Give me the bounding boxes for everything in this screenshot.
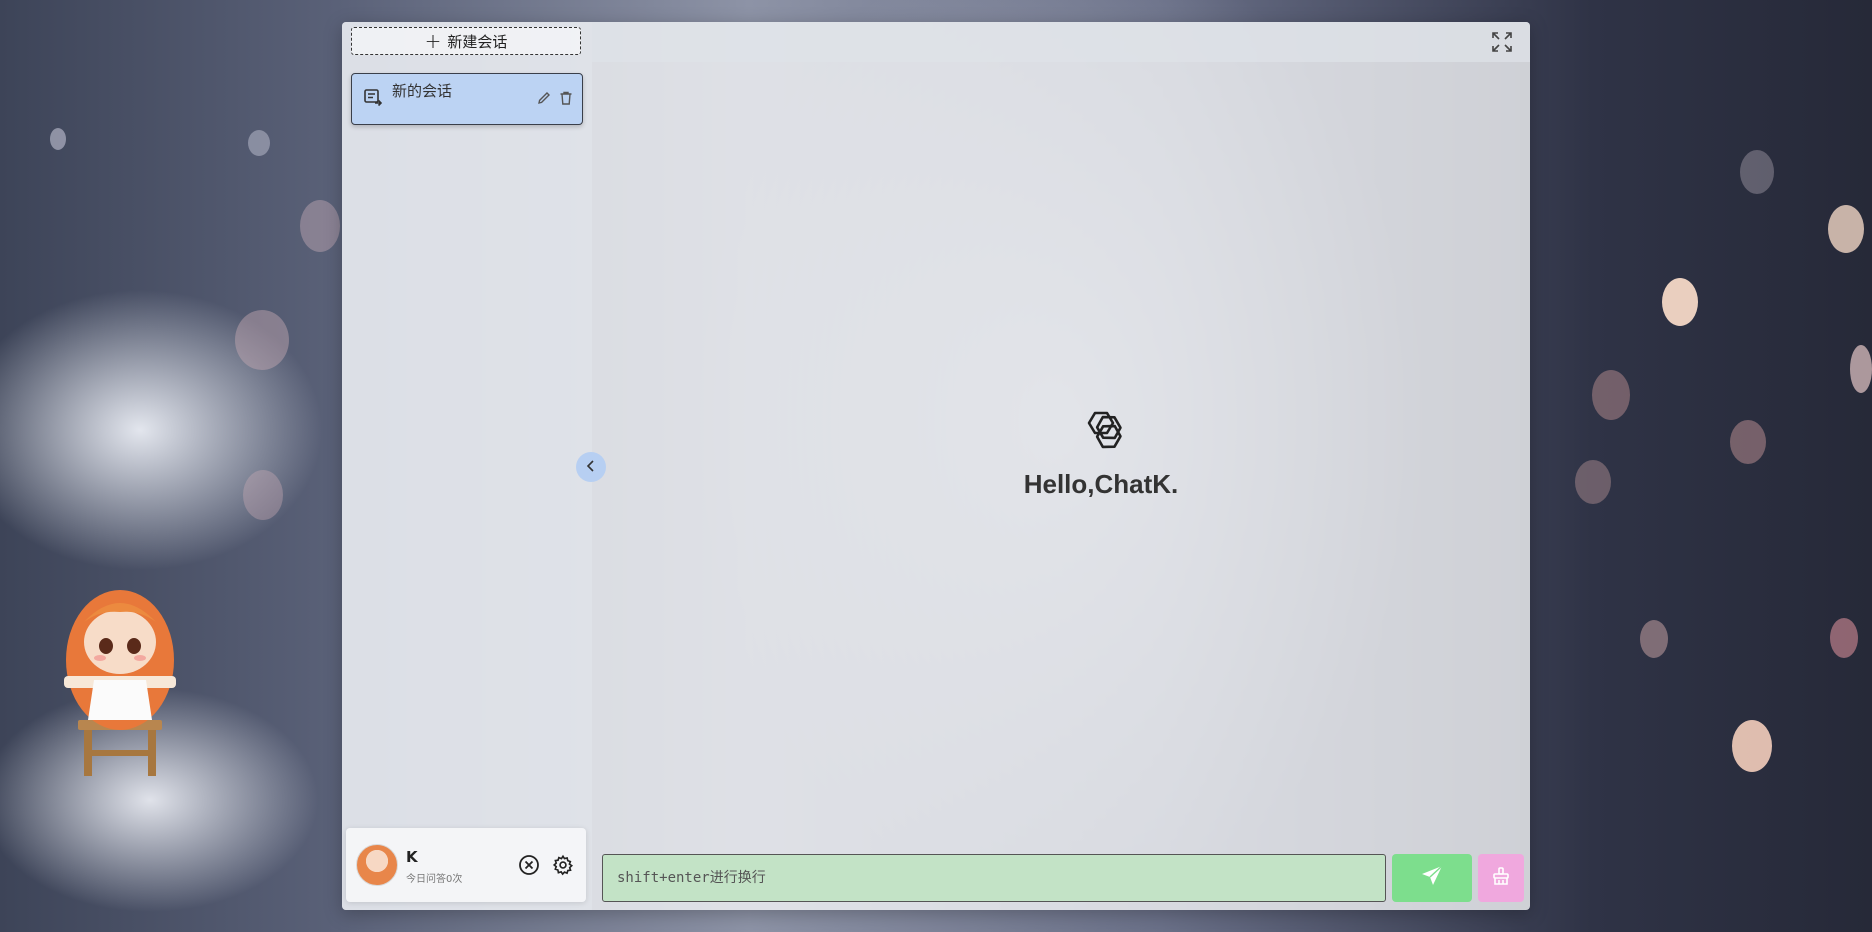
top-bar [592,22,1530,62]
pencil-icon[interactable] [536,90,552,110]
welcome-panel: Hello,ChatK. [926,407,1276,500]
bokeh-light [1850,345,1872,393]
bokeh-light [1828,205,1864,253]
broom-icon [1491,866,1511,890]
bokeh-light [243,470,283,520]
conversation-item[interactable]: 新的会话 [351,73,583,125]
chat-app-window: + 新建会话 新的会话 K 今日问答0次 Hello,ChatK. shift+… [342,22,1530,910]
message-input-box [602,854,1386,902]
bokeh-light [50,128,66,150]
bokeh-light [1830,618,1858,658]
greeting-title: Hello,ChatK. [1023,469,1179,499]
user-panel: K 今日问答0次 [346,828,586,902]
bokeh-light [1662,278,1698,326]
close-circle-icon[interactable] [518,854,540,880]
openai-logo-icon [1076,411,1126,461]
avatar[interactable] [356,844,398,886]
chevron-left-icon [584,458,598,477]
clear-context-button[interactable] [1478,854,1524,902]
fullscreen-icon[interactable] [1490,30,1514,58]
user-name: K [406,848,418,866]
new-chat-label: 新建会话 [447,32,508,51]
bokeh-light [235,310,289,370]
bokeh-light [248,130,270,156]
conversation-title: 新的会话 [392,82,453,100]
new-chat-button[interactable]: + 新建会话 [351,27,581,55]
sidebar: + 新建会话 新的会话 K 今日问答0次 [342,22,592,910]
bokeh-light [1740,150,1774,194]
bokeh-light [1640,620,1668,658]
send-button[interactable] [1392,854,1472,902]
usage-count: 今日问答0次 [406,874,463,885]
bokeh-light [1732,720,1772,772]
bokeh-light [1575,460,1611,504]
collapse-sidebar-button[interactable] [576,452,606,482]
plus-icon: + [424,29,442,53]
bokeh-light [1730,420,1766,464]
bokeh-light [300,200,340,252]
send-icon [1420,864,1444,892]
mascot-image [60,580,180,784]
message-input[interactable] [603,855,1385,901]
chat-edit-icon [363,88,383,112]
gear-icon[interactable] [552,854,574,880]
trash-icon[interactable] [558,90,574,110]
bokeh-light [1592,370,1630,420]
